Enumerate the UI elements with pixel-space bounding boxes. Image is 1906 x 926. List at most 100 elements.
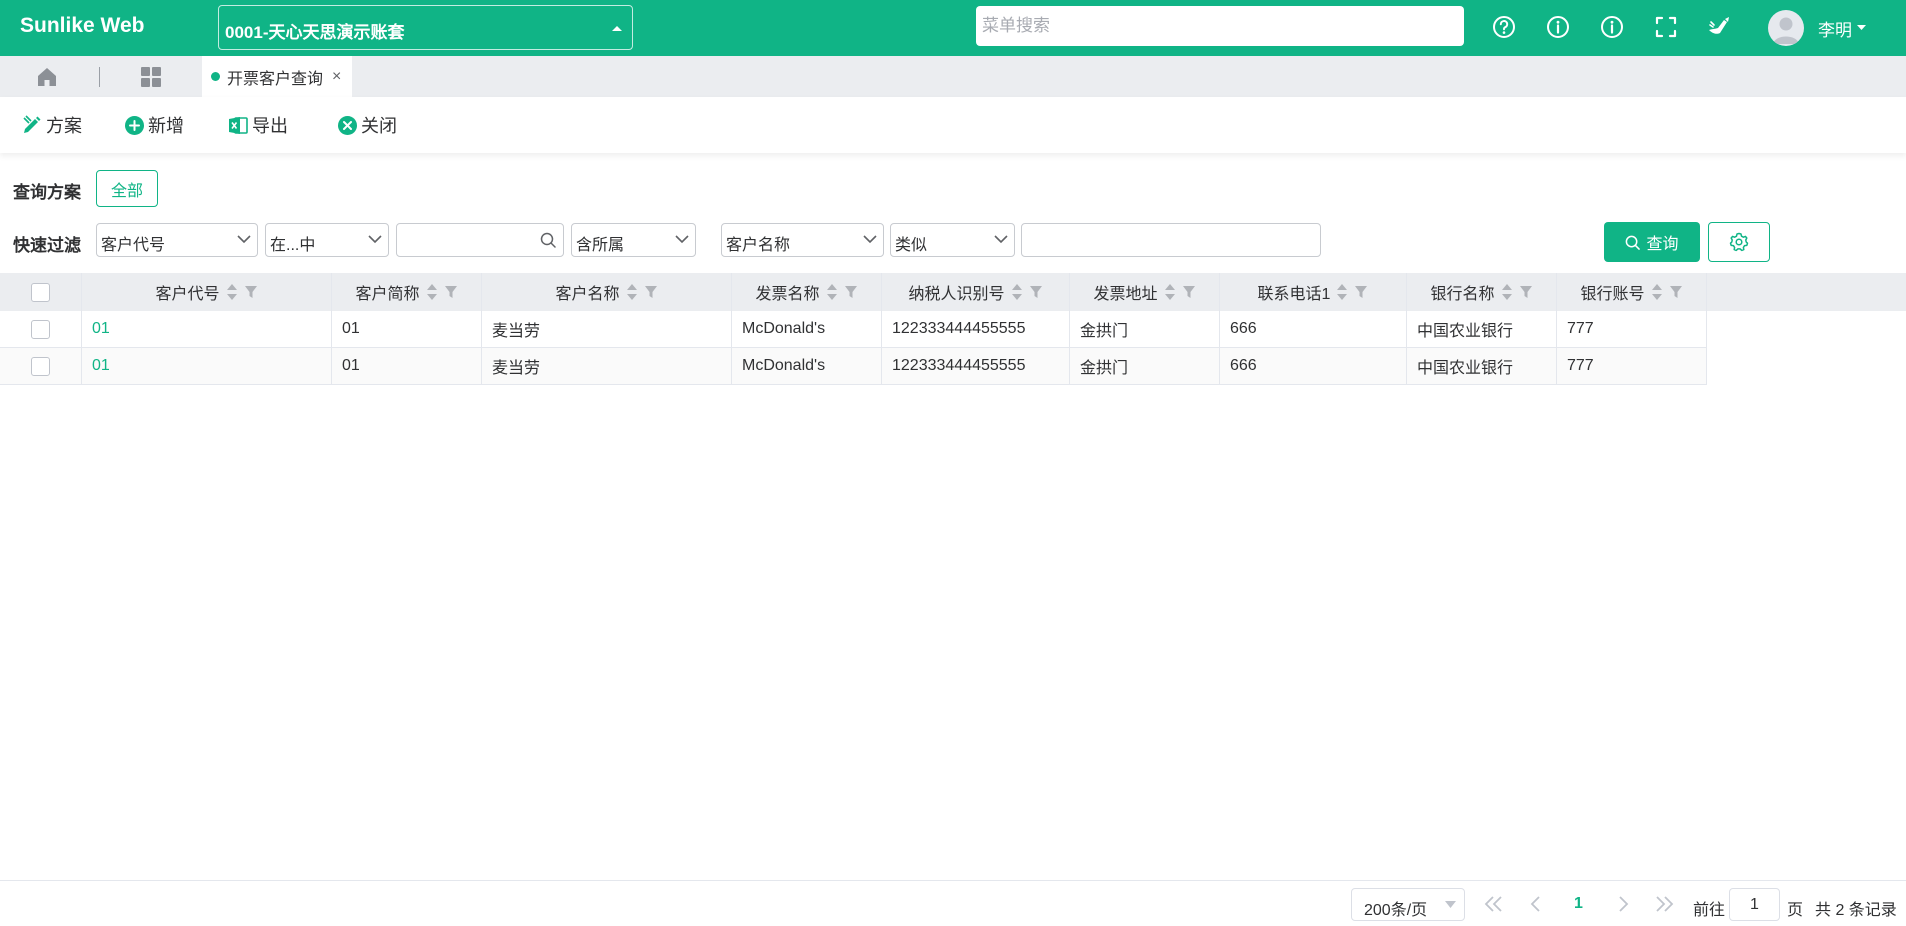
first-page-icon[interactable] [1484,895,1504,913]
user-name: 李明 [1818,20,1852,40]
search-icon[interactable] [540,232,556,248]
table-cell-customer-code[interactable]: 01 [82,348,332,385]
cell-value: 金拱门 [1080,323,1129,340]
column-header-contact-phone1[interactable]: 联系电话1 [1220,273,1407,311]
table-cell-contact-phone1: 666 [1220,311,1407,348]
table-cell-invoice-name: McDonald's [732,348,882,385]
cell-value: 01 [342,320,360,337]
filter1-scope-select[interactable]: 含所属 [571,223,696,257]
scheme-button[interactable]: 方案 [21,112,82,138]
query-settings-button[interactable] [1708,222,1770,262]
fullscreen-icon[interactable] [1652,13,1680,41]
goto-page-input[interactable] [1729,888,1780,921]
row-select-cell [0,311,82,348]
filter2-operator-select[interactable]: 类似 [890,223,1015,257]
tab-invoice-customer-query[interactable]: 开票客户查询 × [202,56,352,97]
prev-page-icon[interactable] [1529,895,1543,913]
plus-circle-icon [125,115,144,135]
table-cell-customer-name: 麦当劳 [482,348,732,385]
info-icon[interactable] [1598,13,1626,41]
sort-icon[interactable] [426,283,438,301]
filter-icon[interactable] [444,285,458,299]
export-button[interactable]: 导出 [228,112,288,138]
tab-bar: 开票客户查询 × [0,56,1906,97]
column-header-invoice-address[interactable]: 发票地址 [1070,273,1220,311]
table-cell-bank-name: 中国农业银行 [1407,311,1557,348]
cell-value: 金拱门 [1080,360,1129,377]
column-header-customer-name[interactable]: 客户名称 [482,273,732,311]
filter-icon[interactable] [844,285,858,299]
filter-icon[interactable] [644,285,658,299]
search-icon [1626,235,1641,250]
column-header-label: 发票名称 [755,286,820,303]
last-page-icon[interactable] [1654,895,1674,913]
column-header-invoice-name[interactable]: 发票名称 [732,273,882,311]
column-header-label: 纳税人识别号 [908,286,1005,303]
select-all-checkbox[interactable] [31,282,50,302]
query-button[interactable]: 查询 [1604,222,1700,262]
column-header-bank-account[interactable]: 银行账号 [1557,273,1707,311]
caret-down-icon [1445,901,1456,908]
cell-value: 777 [1567,320,1594,337]
next-page-icon[interactable] [1616,895,1630,913]
filter1-value-input[interactable] [396,223,564,257]
theme-icon[interactable] [1705,13,1733,41]
add-button[interactable]: 新增 [124,112,184,138]
select-all-cell [0,273,82,311]
filter1-operator-select[interactable]: 在...中 [265,223,389,257]
info-icon[interactable] [1544,13,1572,41]
filter-icon[interactable] [244,285,258,299]
table-cell-bank-account: 777 [1557,311,1707,348]
table-cell-taxpayer-id: 122333444455555 [882,348,1070,385]
page-number-current[interactable]: 1 [1574,895,1583,913]
quick-filter-label: 快速过滤 [13,236,81,255]
filter-icon[interactable] [1519,285,1533,299]
sort-icon[interactable] [1011,283,1023,301]
filter2-field-select[interactable]: 客户名称 [721,223,884,257]
sort-icon[interactable] [226,283,238,301]
scheme-all-button[interactable]: 全部 [96,170,158,207]
home-icon[interactable] [36,66,58,88]
user-menu[interactable]: 李明 [1768,9,1866,47]
filter2-value-input[interactable] [1021,223,1321,257]
sort-icon[interactable] [1164,283,1176,301]
cell-value: 122333444455555 [892,320,1026,337]
customer-code-link[interactable]: 01 [92,357,110,375]
account-selector[interactable]: 0001-天心天思演示账套 [218,5,633,50]
filter1-field-select[interactable]: 客户代号 [96,223,258,257]
filter2-operator-value: 类似 [895,237,928,254]
filter-icon[interactable] [1029,285,1043,299]
sort-icon[interactable] [826,283,838,301]
cell-value: 122333444455555 [892,357,1026,374]
footer-divider [0,880,1906,881]
table-cell-customer-abbr: 01 [332,311,482,348]
table-cell-bank-account: 777 [1557,348,1707,385]
add-button-label: 新增 [148,116,184,136]
column-header-customer-code[interactable]: 客户代号 [82,273,332,311]
grid-icon[interactable] [140,66,162,88]
close-button[interactable]: 关闭 [337,112,397,138]
filter-icon[interactable] [1354,285,1368,299]
cell-value: 666 [1230,320,1257,337]
sort-icon[interactable] [626,283,638,301]
column-header-customer-abbr[interactable]: 客户简称 [332,273,482,311]
sort-icon[interactable] [1336,283,1348,301]
row-checkbox[interactable] [31,356,50,376]
page-size-select[interactable]: 200条/页 [1351,888,1465,921]
table-cell-invoice-name: McDonald's [732,311,882,348]
filter2-field-value: 客户名称 [726,237,791,254]
filter-icon[interactable] [1669,285,1683,299]
sort-icon[interactable] [1501,283,1513,301]
filter-icon[interactable] [1182,285,1196,299]
row-checkbox[interactable] [31,319,50,339]
column-header-bank-name[interactable]: 银行名称 [1407,273,1557,311]
column-header-taxpayer-id[interactable]: 纳税人识别号 [882,273,1070,311]
menu-search-input[interactable] [976,6,1464,46]
sort-icon[interactable] [1651,283,1663,301]
customer-code-link[interactable]: 01 [92,320,110,338]
tab-close-icon[interactable]: × [332,68,341,86]
help-icon[interactable] [1490,13,1518,41]
table-cell-customer-code[interactable]: 01 [82,311,332,348]
cell-value: 777 [1567,357,1594,374]
table-cell-customer-abbr: 01 [332,348,482,385]
